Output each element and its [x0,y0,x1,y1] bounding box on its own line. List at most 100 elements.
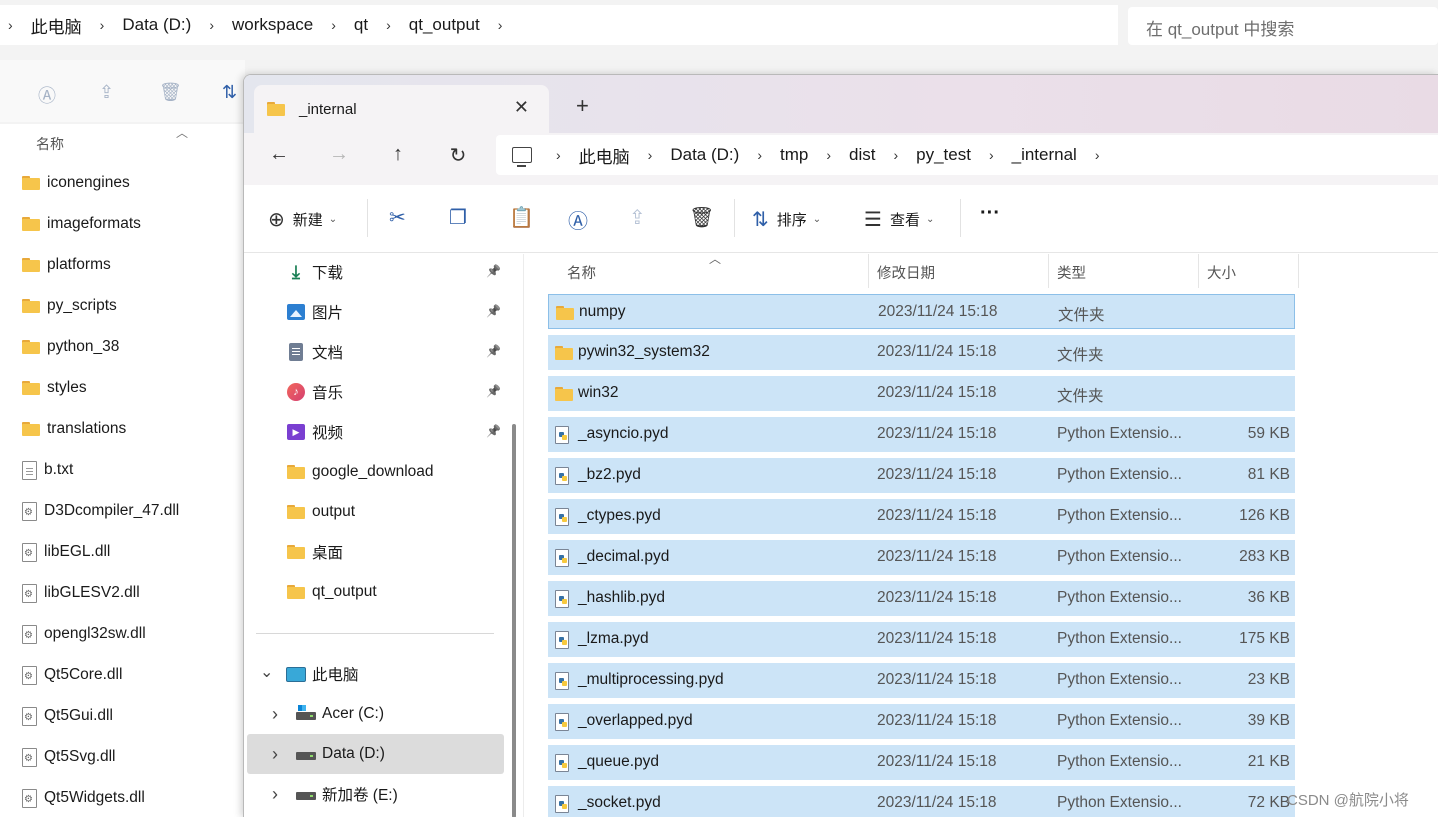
chevron-right-icon[interactable]: › [272,784,278,805]
breadcrumb-item[interactable]: qt [344,15,378,35]
view-button[interactable]: ☰ 查看 ⌄ [864,207,934,232]
paste-icon[interactable]: 📋 [509,205,534,230]
nav-item--[interactable]: ⤓ 下载 [286,254,343,290]
nav-item--[interactable]: 文档 [286,334,343,370]
nav-item--[interactable]: ♪ 音乐 [286,374,343,410]
nav-item--[interactable]: 图片 [286,294,343,330]
table-row[interactable]: win32 2023/11/24 15:18 文件夹 [548,376,1295,411]
list-item[interactable]: Qt5Core.dll [22,663,122,687]
new-button[interactable]: ⊕ 新建 ⌄ [268,207,337,232]
pane-splitter[interactable] [523,254,524,817]
chevron-right-icon[interactable]: › [814,147,843,163]
breadcrumb-item[interactable]: 此电脑 [573,143,636,168]
list-item[interactable]: py_scripts [22,294,117,318]
nav-item-drive[interactable]: Acer (C:) [296,696,384,732]
table-row[interactable]: _hashlib.pyd 2023/11/24 15:18 Python Exten… [548,581,1295,616]
list-item[interactable]: b.txt [22,458,73,482]
background-search-box[interactable]: 在 qt_output 中搜索 [1128,7,1438,45]
table-row[interactable]: _lzma.pyd 2023/11/24 15:18 Python Extensio… [548,622,1295,657]
list-item[interactable]: platforms [22,253,111,277]
list-item[interactable]: Qt5Gui.dll [22,704,113,728]
column-divider[interactable] [868,254,869,288]
pin-icon[interactable]: 📌 [486,264,501,278]
nav-item--[interactable]: ▶ 视频 [286,414,343,450]
up-button[interactable]: ↑ [383,143,413,166]
column-header-name[interactable]: 名称 [567,262,596,283]
sort-button[interactable]: ⇅ 排序 ⌄ [752,207,821,232]
table-row[interactable]: _bz2.pyd 2023/11/24 15:18 Python Extensio.… [548,458,1295,493]
more-options-button[interactable]: ··· [980,202,1000,225]
table-row[interactable]: _asyncio.pyd 2023/11/24 15:18 Python Exten… [548,417,1295,452]
chevron-right-icon[interactable]: › [378,17,399,33]
chevron-right-icon[interactable]: › [201,17,222,33]
delete-icon[interactable]: 🗑 [159,82,182,103]
column-header-type[interactable]: 类型 [1057,262,1086,283]
table-row[interactable]: _ctypes.pyd 2023/11/24 15:18 Python Extens… [548,499,1295,534]
list-item[interactable]: D3Dcompiler_47.dll [22,499,179,523]
breadcrumb-item[interactable]: 此电脑 [21,13,92,38]
column-header-date[interactable]: 修改日期 [877,262,935,283]
breadcrumb-item[interactable]: Data (D:) [112,15,201,35]
table-row[interactable]: _socket.pyd 2023/11/24 15:18 Python Extens… [548,786,1295,817]
copy-icon[interactable]: ❐ [449,205,467,230]
rename-icon[interactable]: Ⓐ [38,82,56,108]
list-item[interactable]: styles [22,376,87,400]
breadcrumb-item[interactable]: Data (D:) [664,145,745,165]
list-item[interactable]: opengl32sw.dll [22,622,146,646]
chevron-right-icon[interactable]: › [977,147,1006,163]
pin-icon[interactable]: 📌 [486,384,501,398]
chevron-right-icon[interactable]: › [1083,147,1112,163]
nav-item--[interactable]: 桌面 [286,534,343,570]
column-divider[interactable] [1048,254,1049,288]
rename-icon[interactable]: Ⓐ [568,205,588,234]
chevron-right-icon[interactable]: › [745,147,774,163]
chevron-right-icon[interactable]: › [323,17,344,33]
list-item[interactable]: libEGL.dll [22,540,110,564]
column-divider[interactable] [1298,254,1299,288]
breadcrumb-item[interactable]: dist [843,145,881,165]
chevron-right-icon[interactable]: › [636,147,665,163]
background-address-bar[interactable]: › 此电脑 › Data (D:) › workspace › qt › qt_output › [0,5,1118,45]
address-bar[interactable]: › 此电脑 › Data (D:) › tmp › dist › py_test › _interna… [496,135,1438,175]
chevron-right-icon[interactable]: › [92,17,113,33]
nav-item-this-pc[interactable]: 此电脑 [286,656,359,692]
chevron-down-icon[interactable]: ⌄ [260,662,273,682]
pin-icon[interactable]: 📌 [486,424,501,438]
share-icon[interactable]: ⇪ [629,205,646,230]
delete-icon[interactable]: 🗑 [689,205,714,230]
pin-icon[interactable]: 📌 [486,304,501,318]
breadcrumb-item[interactable]: qt_output [399,15,490,35]
nav-item-google-download[interactable]: google_download [286,454,434,490]
table-row[interactable]: _multiprocessing.pyd 2023/11/24 15:18 Pyth… [548,663,1295,698]
list-item[interactable]: Qt5Svg.dll [22,745,116,769]
breadcrumb-item[interactable]: _internal [1006,145,1083,165]
pin-icon[interactable]: 📌 [486,344,501,358]
chevron-right-icon[interactable]: › [272,744,278,765]
table-row[interactable]: numpy 2023/11/24 15:18 文件夹 [548,294,1295,329]
list-item[interactable]: Qt5Widgets.dll [22,786,145,810]
cut-icon[interactable]: ✂ [389,205,406,230]
refresh-button[interactable]: ↻ [443,143,473,168]
list-item[interactable]: python_38 [22,335,119,359]
chevron-right-icon[interactable]: › [881,147,910,163]
list-item[interactable]: imageformats [22,212,141,236]
nav-item-qt-output[interactable]: qt_output [286,574,377,610]
column-header-size[interactable]: 大小 [1207,262,1236,283]
add-tab-button[interactable]: + [576,93,589,119]
breadcrumb-item[interactable]: workspace [222,15,323,35]
sort-icon[interactable]: ⇅ [222,82,237,103]
column-divider[interactable] [1198,254,1199,288]
nav-item-output[interactable]: output [286,494,355,530]
nav-item-drive[interactable]: 新加卷 (E:) [296,776,398,812]
breadcrumb-item[interactable]: tmp [774,145,814,165]
chevron-right-icon[interactable]: › [490,17,511,33]
list-item[interactable]: iconengines [22,171,130,195]
tab-internal[interactable]: _internal ✕ [254,85,549,133]
list-item[interactable]: translations [22,417,126,441]
share-icon[interactable]: ⇪ [99,82,114,103]
close-tab-icon[interactable]: ✕ [514,97,529,118]
table-row[interactable]: _decimal.pyd 2023/11/24 15:18 Python Exten… [548,540,1295,575]
chevron-right-icon[interactable]: › [272,704,278,725]
nav-item-drive[interactable]: Data (D:) [296,736,385,772]
background-column-name[interactable]: 名称 [36,134,64,154]
